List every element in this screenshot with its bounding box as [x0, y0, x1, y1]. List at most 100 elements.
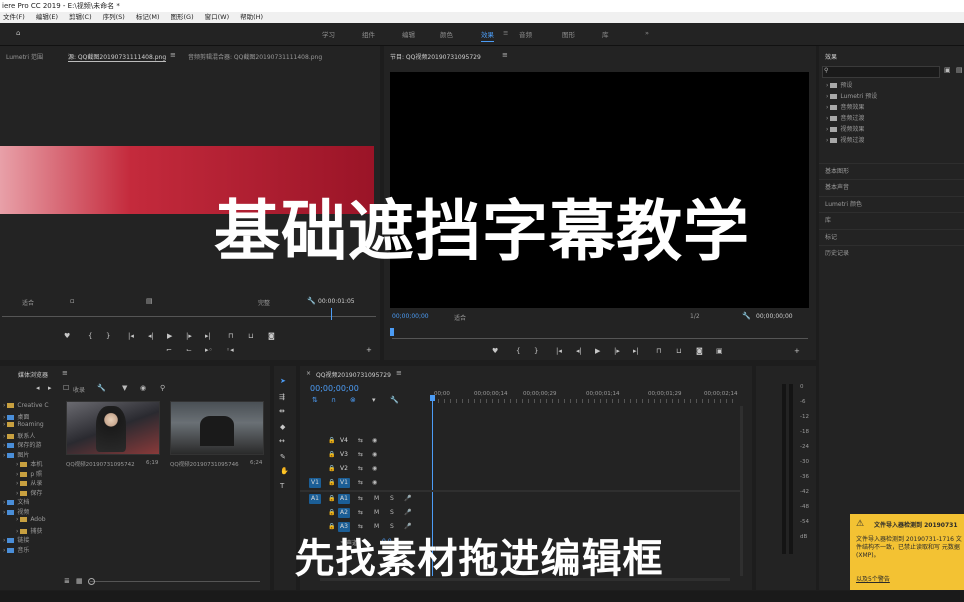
sync-lock-icon[interactable]: ⇆	[358, 509, 363, 516]
sync-lock-icon[interactable]: ⇆	[358, 451, 363, 458]
lift-icon[interactable]: ▸◦	[205, 347, 213, 354]
program-menu-icon[interactable]: ≡	[502, 52, 508, 59]
go-to-in-icon[interactable]: |◂	[128, 333, 134, 340]
pen-tool-icon[interactable]: ✎	[280, 454, 286, 461]
add-marker-icon[interactable]: ♥	[64, 333, 70, 340]
tab-lumetri-scopes[interactable]: Lumetri 范围	[6, 52, 43, 61]
solo-icon[interactable]: S	[390, 523, 394, 530]
track-target-A1[interactable]: A1	[338, 494, 350, 504]
program-wrench-icon[interactable]: 🔧	[742, 313, 751, 320]
eye-icon[interactable]: ◉	[372, 465, 377, 472]
program-step-back-icon[interactable]: ◂|	[576, 348, 582, 355]
ingest-checkbox[interactable]: ☐	[63, 385, 69, 392]
insert-icon[interactable]: ⊓	[228, 333, 233, 340]
eye-icon[interactable]: ◉	[372, 451, 377, 458]
track-target-A2[interactable]: A2	[338, 508, 350, 518]
track-target-A3[interactable]: A3	[338, 522, 350, 532]
effects-folder-2[interactable]: › 音频效果	[826, 102, 864, 111]
tree-item-2[interactable]: › Roaming	[3, 421, 44, 428]
menu-item-7[interactable]: 帮助(H)	[240, 13, 263, 21]
program-marker-icon[interactable]: ♥	[492, 348, 498, 355]
tree-item-1[interactable]: › 桌面	[3, 412, 29, 421]
menu-item-6[interactable]: 窗口(W)	[205, 13, 230, 21]
workspace-tab-2[interactable]: 编辑	[402, 29, 415, 39]
sync-lock-icon[interactable]: ⇆	[358, 465, 363, 472]
mute-icon[interactable]: M	[374, 509, 379, 516]
tree-item-11[interactable]: › 视频	[3, 507, 29, 516]
microphone-icon[interactable]: 🎤	[404, 509, 411, 516]
linked-selection-icon[interactable]: ⊗	[350, 397, 356, 404]
play-button[interactable]: ▶	[167, 333, 172, 340]
tree-item-7[interactable]: › p 照	[16, 469, 42, 478]
panel-section-0[interactable]: 基本图形	[819, 163, 964, 178]
source-scrub-bar[interactable]	[2, 316, 376, 317]
tab-program[interactable]: 节目: QQ视频20190731095729	[390, 52, 481, 61]
effects-folder-0[interactable]: › 预设	[826, 80, 852, 89]
track-target-V2[interactable]: V2	[338, 464, 350, 474]
workspace-tab-7[interactable]: 库	[602, 29, 609, 39]
slip-tool-icon[interactable]: ↔	[279, 438, 285, 445]
tab-audio-clip-mixer[interactable]: 音频剪辑混合器: QQ截图20190731111408.png	[188, 52, 322, 61]
microphone-icon[interactable]: 🎤	[404, 523, 411, 530]
menu-item-0[interactable]: 文件(F)	[3, 13, 25, 21]
program-step-forward-icon[interactable]: |▸	[614, 348, 620, 355]
source-patch-v1[interactable]: V1	[309, 478, 321, 488]
forward-arrow-icon[interactable]: ▸	[48, 385, 52, 392]
lock-icon[interactable]: 🔒	[328, 495, 335, 502]
track-target-V3[interactable]: V3	[338, 450, 350, 460]
sync-lock-icon[interactable]: ⇆	[358, 479, 363, 486]
effects-folder-1[interactable]: › Lumetri 预设	[826, 91, 877, 100]
lock-icon[interactable]: 🔒	[328, 437, 335, 444]
sequence-menu-icon[interactable]: ≡	[396, 370, 402, 377]
trim-out-icon[interactable]: ⌐	[166, 347, 172, 354]
menu-item-1[interactable]: 编辑(E)	[36, 13, 58, 21]
workspace-tab-0[interactable]: 学习	[322, 29, 335, 39]
effects-folder-3[interactable]: › 音频过渡	[826, 113, 864, 122]
lock-icon[interactable]: 🔒	[328, 479, 335, 486]
source-playhead[interactable]	[331, 308, 332, 320]
tree-item-4[interactable]: › 保存的游	[3, 440, 41, 449]
tree-item-12[interactable]: › Adob	[16, 516, 46, 523]
program-timecode[interactable]: 00;00;00;00	[392, 313, 429, 320]
tab-sequence[interactable]: QQ视频20190731095729	[316, 370, 391, 379]
panel-menu-icon[interactable]: ≡	[170, 52, 176, 59]
add-marker-timeline-icon[interactable]: ▾	[372, 397, 376, 404]
tree-item-0[interactable]: › Creative C	[3, 402, 49, 409]
type-tool-icon[interactable]: T	[280, 483, 284, 490]
time-ruler[interactable]	[432, 399, 737, 403]
extract-icon[interactable]: ◦◂	[226, 347, 234, 354]
track-target-V1[interactable]: V1	[338, 478, 350, 488]
program-play-button[interactable]: ▶	[595, 348, 600, 355]
home-icon[interactable]: ⌂	[16, 30, 20, 37]
lock-icon[interactable]: 🔒	[328, 523, 335, 530]
timeline-settings-icon[interactable]: 🔧	[390, 397, 399, 404]
step-back-icon[interactable]: ◂|	[148, 333, 154, 340]
workspace-menu-icon[interactable]: ≡	[503, 29, 508, 37]
menu-item-3[interactable]: 序列(S)	[103, 13, 125, 21]
back-arrow-icon[interactable]: ◂	[36, 385, 40, 392]
tab-source[interactable]: 源: QQ截图20190731111408.png	[68, 52, 167, 62]
snap-icon[interactable]: ∩	[331, 397, 336, 404]
tree-item-8[interactable]: › 从录	[16, 478, 42, 487]
sync-lock-icon[interactable]: ⇆	[358, 523, 363, 530]
program-go-out-icon[interactable]: ▸|	[633, 348, 639, 355]
filter-icon[interactable]: ▼	[122, 385, 127, 392]
tree-item-6[interactable]: › 本机	[16, 459, 42, 468]
tree-item-5[interactable]: › 图片	[3, 450, 29, 459]
export-frame-icon[interactable]: ▤	[146, 298, 153, 305]
mute-icon[interactable]: M	[374, 495, 379, 502]
mark-in-icon[interactable]: {	[88, 333, 92, 340]
microphone-icon[interactable]: 🎤	[404, 495, 411, 502]
sync-lock-icon[interactable]: ⇆	[358, 495, 363, 502]
effects-search-input[interactable]	[822, 66, 940, 78]
razor-tool-icon[interactable]: ◆	[280, 424, 285, 431]
program-in-icon[interactable]: {	[516, 348, 520, 355]
sync-lock-icon[interactable]: ⇆	[358, 437, 363, 444]
tree-item-9[interactable]: › 保存	[16, 488, 42, 497]
new-bin-icon[interactable]: ▣	[944, 67, 951, 74]
workspace-tab-5[interactable]: 音频	[519, 29, 532, 39]
trim-in-icon[interactable]: ⌙	[186, 347, 192, 354]
add-button-icon[interactable]: +	[366, 347, 372, 354]
program-scrub-bar[interactable]	[392, 338, 808, 339]
more-workspaces-button[interactable]: »	[645, 29, 649, 37]
